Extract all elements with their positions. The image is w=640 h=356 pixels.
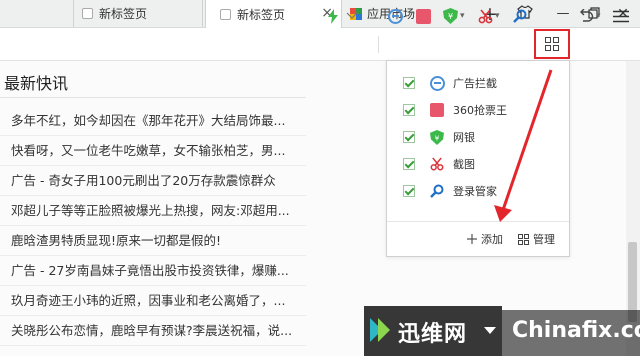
- watermark-triangle: [484, 327, 496, 334]
- watermark-logo-icon: [370, 318, 390, 342]
- watermark-cn: 迅维网: [398, 322, 468, 347]
- watermark-en: Chinafix.com: [512, 318, 640, 343]
- annotation-arrow: [494, 69, 553, 222]
